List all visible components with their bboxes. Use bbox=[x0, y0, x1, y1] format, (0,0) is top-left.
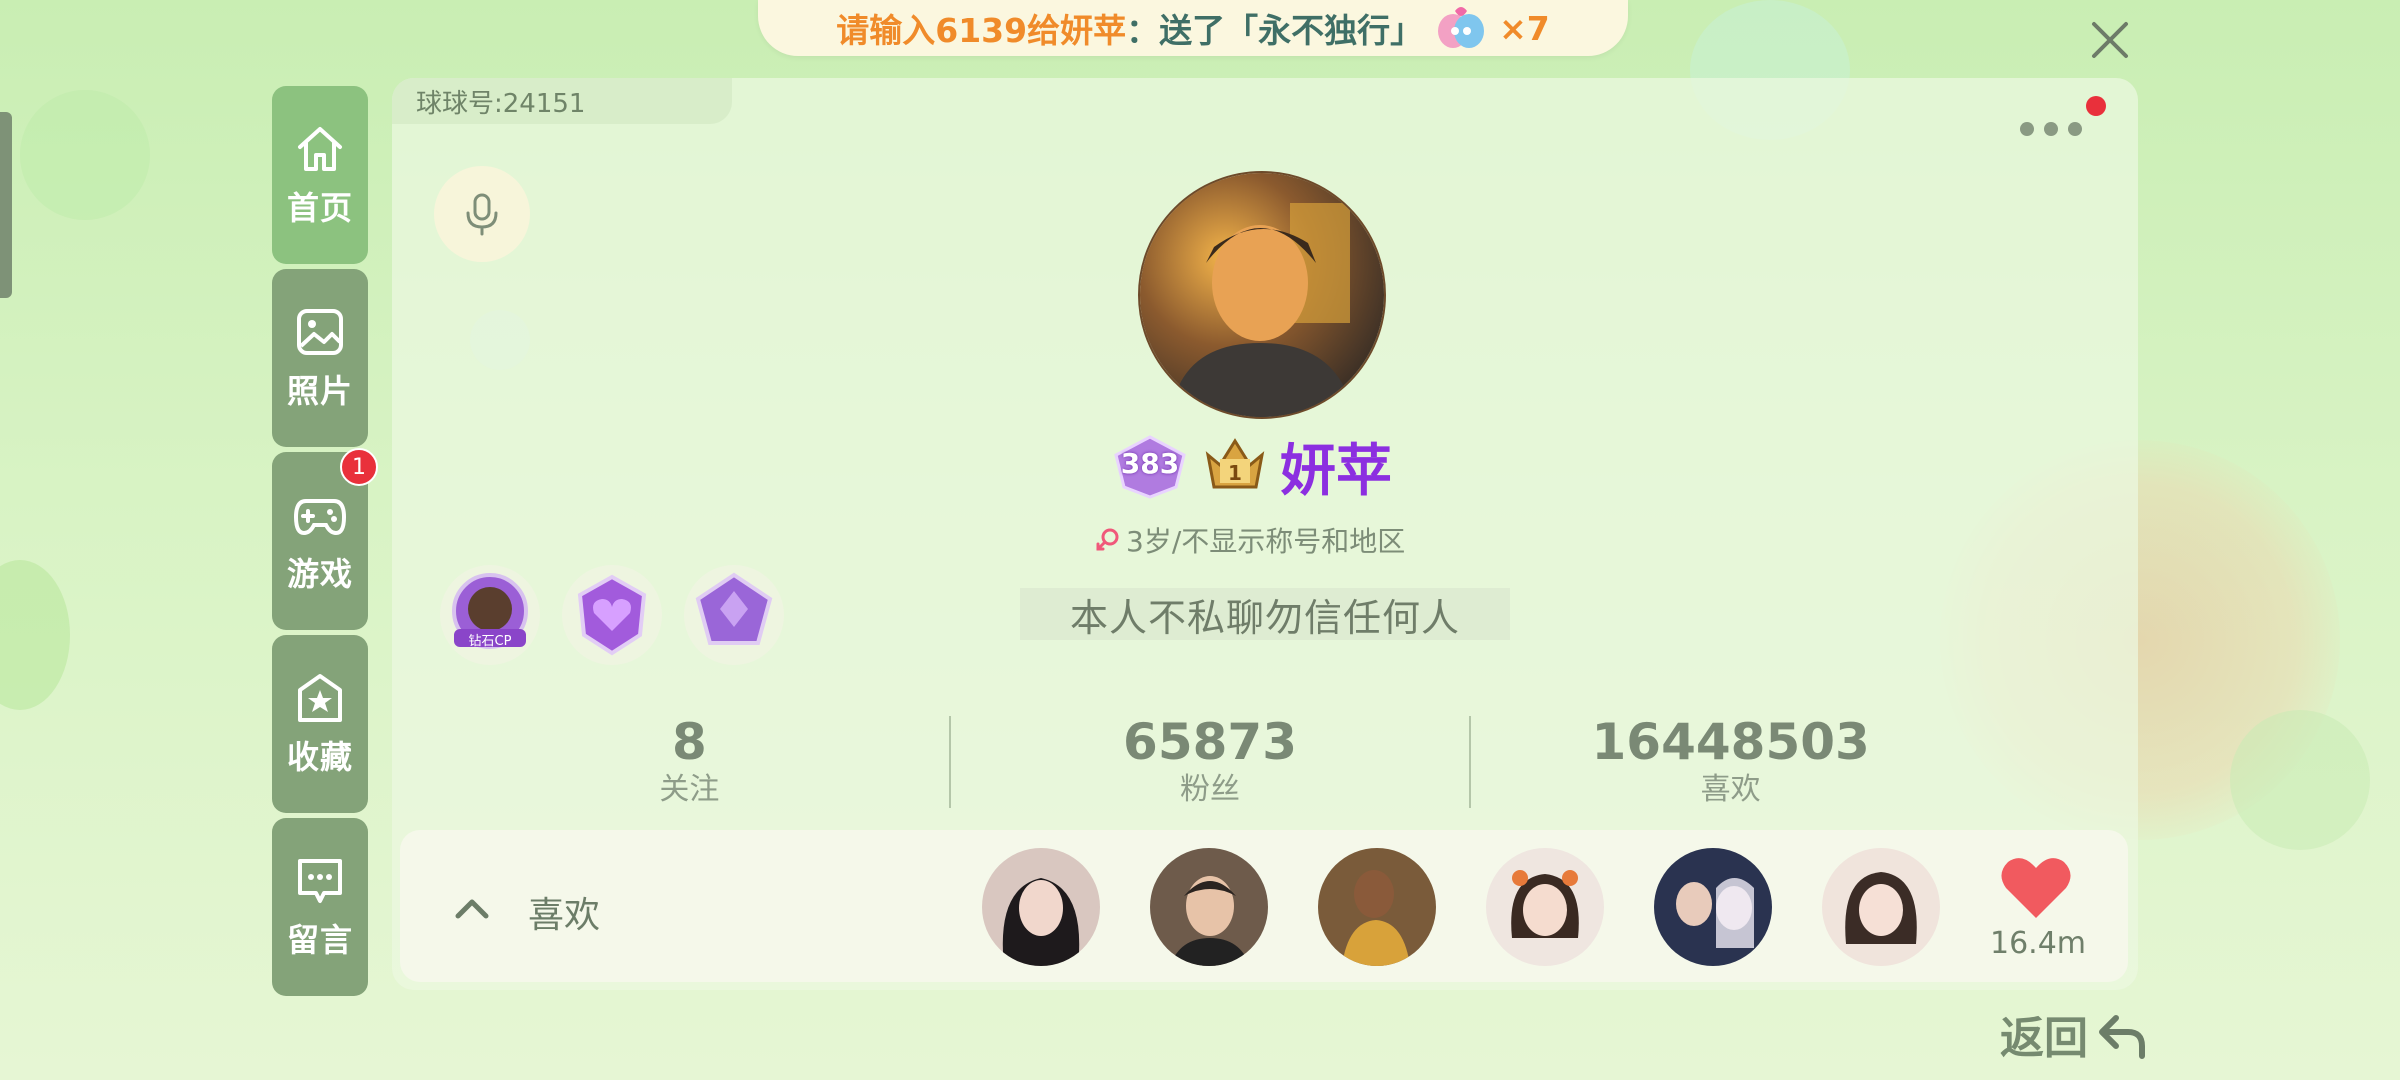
tab-label: 游戏 bbox=[286, 555, 353, 593]
crown-rank-icon: 1 bbox=[1200, 433, 1270, 499]
stat-value: 65873 bbox=[1123, 713, 1297, 771]
name-row: 383 1 妍苹 bbox=[1110, 428, 1392, 504]
banner-user: 妍苹 bbox=[1060, 11, 1127, 50]
banner-count: ×7 bbox=[1499, 8, 1550, 48]
gender-icon bbox=[1096, 528, 1119, 551]
medal-badge[interactable] bbox=[562, 565, 662, 665]
stats-row: 8 关注 65873 粉丝 16448503 喜欢 bbox=[430, 712, 1990, 812]
user-id: 球球号:24151 bbox=[392, 78, 732, 124]
chevron-up-icon[interactable] bbox=[450, 888, 494, 928]
side-tabs: 首页 照片 1 游戏 收藏 留言 bbox=[272, 86, 378, 1001]
left-edge-handle[interactable] bbox=[0, 112, 12, 298]
level-badge: 383 bbox=[1110, 433, 1190, 499]
medal-badge[interactable] bbox=[684, 565, 784, 665]
medal-row: 钻石CP bbox=[440, 565, 784, 665]
bg-bubble bbox=[20, 90, 150, 220]
stat-fans[interactable]: 65873 粉丝 bbox=[951, 712, 1470, 812]
gamepad-icon bbox=[293, 499, 347, 536]
gift-icon bbox=[1433, 3, 1489, 53]
tab-games[interactable]: 1 游戏 bbox=[272, 448, 378, 630]
notification-badge: 1 bbox=[340, 448, 378, 486]
user-name: 妍苹 bbox=[1280, 438, 1392, 504]
notification-dot bbox=[2086, 96, 2106, 116]
tab-favorites[interactable]: 收藏 bbox=[272, 635, 368, 813]
close-icon[interactable] bbox=[2088, 18, 2132, 62]
tab-label: 首页 bbox=[286, 189, 353, 227]
stat-label: 粉丝 bbox=[1180, 772, 1240, 807]
more-options-icon[interactable] bbox=[2020, 114, 2100, 144]
avatar[interactable] bbox=[1138, 171, 1386, 419]
microphone-icon bbox=[466, 193, 498, 236]
stat-value: 16448503 bbox=[1591, 713, 1870, 771]
back-label: 返回 bbox=[2000, 1013, 2088, 1064]
liker-avatar[interactable] bbox=[1150, 848, 1268, 966]
stat-following[interactable]: 8 关注 bbox=[430, 712, 949, 812]
liker-avatar[interactable] bbox=[1486, 848, 1604, 966]
tab-photos[interactable]: 照片 bbox=[272, 269, 368, 447]
bg-bubble bbox=[0, 560, 70, 710]
bg-bubble bbox=[2230, 710, 2370, 850]
tab-label: 收藏 bbox=[286, 738, 353, 776]
star-box-icon bbox=[298, 674, 342, 722]
banner-message: ：送了「永不独行」 bbox=[1126, 11, 1424, 50]
liker-avatar[interactable] bbox=[982, 848, 1100, 966]
back-button[interactable]: 返回 bbox=[2000, 1002, 2150, 1066]
tab-label: 照片 bbox=[286, 372, 353, 410]
medal-badge[interactable]: 钻石CP bbox=[440, 565, 540, 665]
user-bio: 本人不私聊勿信任何人 bbox=[1020, 588, 1510, 640]
home-icon bbox=[298, 127, 342, 171]
stat-value: 8 bbox=[671, 713, 707, 771]
gift-notification-banner: 请输入6139给 妍苹 ：送了「永不独行」 ×7 bbox=[758, 0, 1628, 56]
photo-icon bbox=[297, 309, 343, 355]
message-icon bbox=[298, 859, 342, 903]
stat-label: 喜欢 bbox=[1700, 772, 1761, 807]
banner-prompt: 请输入6139给 bbox=[836, 11, 1061, 50]
liker-avatar[interactable] bbox=[1822, 848, 1940, 966]
svg-text:1: 1 bbox=[1228, 461, 1242, 485]
back-arrow-icon bbox=[2099, 1015, 2145, 1059]
user-info: 3岁/不显示称号和地区 bbox=[1094, 520, 1405, 560]
likes-count: 16.4m bbox=[1989, 926, 2087, 961]
user-info-text: 3岁/不显示称号和地区 bbox=[1126, 525, 1406, 558]
tab-label: 留言 bbox=[286, 921, 353, 959]
level-number: 383 bbox=[1120, 447, 1180, 480]
likes-label: 喜欢 bbox=[528, 895, 601, 936]
voice-button[interactable] bbox=[434, 166, 530, 262]
liker-avatar[interactable] bbox=[1654, 848, 1772, 966]
heart-icon[interactable] bbox=[1998, 854, 2074, 922]
stat-likes[interactable]: 16448503 喜欢 bbox=[1471, 712, 1990, 812]
tab-home[interactable]: 首页 bbox=[272, 86, 368, 264]
tab-messages[interactable]: 留言 bbox=[272, 818, 368, 996]
liker-avatar[interactable] bbox=[1318, 848, 1436, 966]
stat-label: 关注 bbox=[659, 772, 720, 807]
medal-text: 钻石CP bbox=[468, 634, 512, 649]
